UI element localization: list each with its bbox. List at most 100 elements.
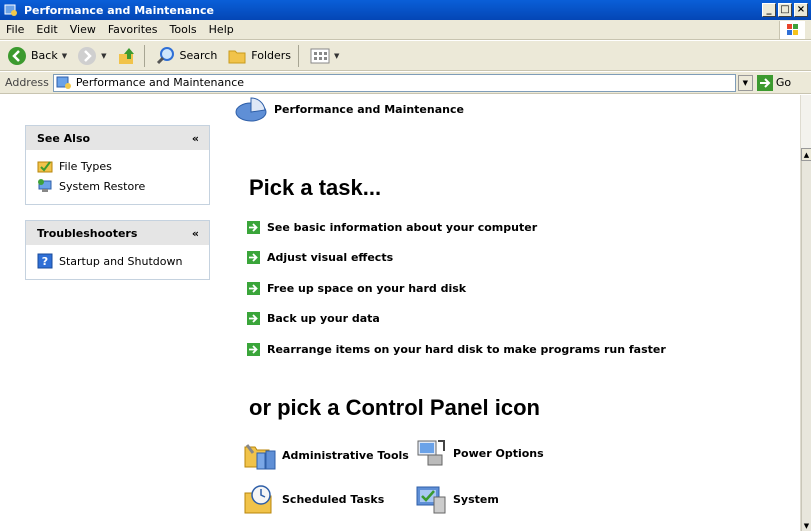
link-system-restore[interactable]: System Restore [37,176,199,196]
control-panel-icon [56,76,71,89]
window-title: Performance and Maintenance [24,3,214,17]
task-arrow-icon [247,282,260,295]
icon-label: Scheduled Tasks [282,492,385,506]
troubleshooters-title: Troubleshooters [37,226,138,240]
file-types-icon [37,161,53,173]
search-icon [156,46,174,64]
icon-power-options[interactable]: Power Options [414,437,544,469]
folders-button[interactable]: Folders [224,43,294,69]
back-arrow-icon [8,46,26,65]
troubleshooters-body: ? Startup and Shutdown [26,245,209,279]
icon-system[interactable]: System [414,483,499,515]
category-header: Performance and Maintenance [234,97,464,122]
task-arrow-icon [247,312,260,325]
menu-tools[interactable]: Tools [164,23,203,36]
task-label: See basic information about your compute… [267,221,538,234]
folders-icon [228,50,246,63]
maximize-button[interactable]: □ [778,3,792,17]
svg-text:?: ? [42,255,48,268]
file-types-label: File Types [59,159,112,173]
title-bar: Performance and Maintenance _ □ × [0,0,811,20]
views-icon [310,48,330,63]
icon-administrative-tools[interactable]: Administrative Tools [243,439,409,471]
back-label: Back [31,49,58,62]
task-label: Rearrange items on your hard disk to mak… [267,343,666,356]
link-startup-and-shutdown[interactable]: ? Startup and Shutdown [37,251,199,271]
icon-label: System [453,492,499,506]
task-free-up-space[interactable]: Free up space on your hard disk [247,282,466,295]
toolbar-separator [298,44,300,67]
startup-and-shutdown-label: Startup and Shutdown [59,254,183,268]
scroll-thumb[interactable] [801,161,811,531]
menu-view[interactable]: View [64,23,102,36]
back-button[interactable]: Back ▼ [4,43,70,69]
minimize-button[interactable]: _ [762,3,776,17]
collapse-chevron-icon[interactable]: « [192,132,199,145]
toolbar-separator [143,44,145,67]
main-pane: Performance and Maintenance Pick a task.… [222,95,800,531]
address-field[interactable]: Performance and Maintenance [52,73,736,92]
vertical-scrollbar[interactable]: ▲ ▼ [800,95,811,531]
close-button[interactable]: × [794,3,808,17]
task-arrow-icon [247,251,260,264]
task-arrow-icon [247,343,260,356]
task-adjust-visual-effects[interactable]: Adjust visual effects [247,251,393,264]
category-title: Performance and Maintenance [274,102,464,116]
power-options-icon [417,440,445,466]
task-see-basic-info[interactable]: See basic information about your compute… [247,221,537,234]
address-label: Address [5,76,49,89]
pick-icon-heading: or pick a Control Panel icon [249,395,540,420]
pick-task-heading: Pick a task... [249,175,382,200]
task-label: Free up space on your hard disk [267,282,467,295]
forward-button[interactable]: ▼ [74,43,109,69]
icon-scheduled-tasks[interactable]: Scheduled Tasks [243,483,384,515]
up-folder-icon [118,47,134,64]
help-icon: ? [37,253,53,269]
views-button[interactable]: ▼ [307,43,342,69]
menu-help[interactable]: Help [203,23,240,36]
search-button[interactable]: Search [153,43,221,69]
views-dropdown-icon[interactable]: ▼ [334,52,339,60]
go-arrow-icon [756,74,773,91]
task-label: Adjust visual effects [267,251,394,264]
icon-label: Administrative Tools [282,448,409,462]
task-rearrange-items[interactable]: Rearrange items on your hard disk to mak… [247,343,666,356]
collapse-chevron-icon[interactable]: « [192,227,199,240]
performance-maintenance-icon [235,97,267,122]
windows-logo-icon [779,21,805,39]
system-restore-label: System Restore [59,179,146,193]
forward-arrow-icon [78,46,97,65]
address-value: Performance and Maintenance [75,76,245,89]
folders-label: Folders [251,49,292,62]
scheduled-tasks-icon [244,485,272,514]
content-area: See Also « File Types System Restore Tro… [0,95,811,531]
address-bar: Address Performance and Maintenance ▼ Go [0,72,811,94]
troubleshooters-header[interactable]: Troubleshooters « [26,221,209,245]
icon-label: Power Options [453,446,544,460]
address-dropdown-button[interactable]: ▼ [737,74,753,91]
see-also-header[interactable]: See Also « [26,126,209,150]
go-label: Go [775,76,792,89]
system-restore-icon [38,179,52,192]
menu-file[interactable]: File [0,23,30,36]
scroll-down-button[interactable]: ▼ [801,521,811,531]
link-file-types[interactable]: File Types [37,156,199,176]
see-also-body: File Types System Restore [26,150,209,204]
menu-bar: File Edit View Favorites Tools Help [0,20,811,40]
see-also-title: See Also [37,131,91,145]
task-back-up-data[interactable]: Back up your data [247,312,380,325]
back-dropdown-icon[interactable]: ▼ [62,52,67,60]
task-arrow-icon [247,221,260,234]
task-pane: See Also « File Types System Restore Tro… [0,95,222,531]
scroll-up-button[interactable]: ▲ [801,148,811,161]
control-panel-icon [4,4,17,16]
menu-edit[interactable]: Edit [30,23,63,36]
search-label: Search [179,49,218,62]
menu-favorites[interactable]: Favorites [102,23,164,36]
system-icon [416,486,446,514]
forward-dropdown-icon[interactable]: ▼ [101,52,106,60]
administrative-tools-icon [244,444,276,470]
up-folder-button[interactable] [114,43,140,69]
go-button[interactable]: Go [756,74,792,91]
task-label: Back up your data [267,312,380,325]
